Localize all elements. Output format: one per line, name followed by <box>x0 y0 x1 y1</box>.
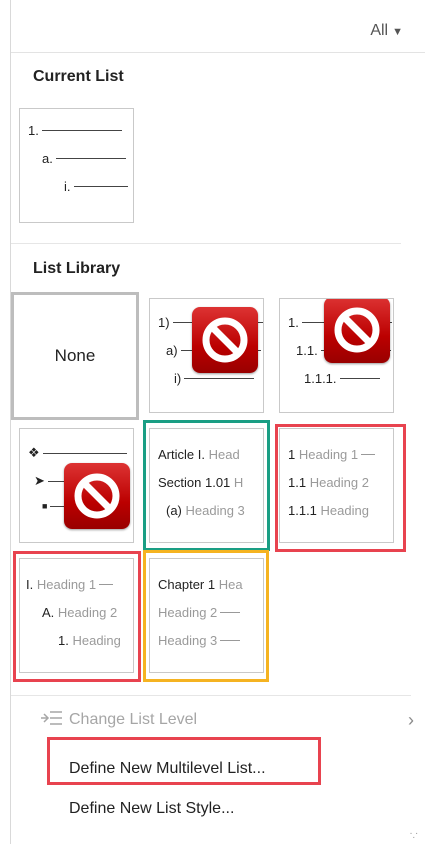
level-number: A. <box>42 605 55 620</box>
define-list-style-label: Define New List Style... <box>69 800 235 817</box>
list-none-tile[interactable]: None <box>11 292 139 420</box>
level-number: i) <box>174 371 182 386</box>
level-number: 1) <box>158 315 170 330</box>
change-list-level-label: Change List Level <box>69 711 198 728</box>
level-number: Section 1.01 <box>158 475 231 490</box>
current-list-level-3: i. <box>64 179 128 194</box>
heading-label: Heading 2 <box>57 605 118 620</box>
list-level-row: ❖ <box>28 445 127 461</box>
list-tile-decimal-outline[interactable]: 1. 1.1. 1.1.1. <box>279 298 394 413</box>
level-line <box>339 378 380 379</box>
bullet-arrow-icon: ➤ <box>34 473 45 488</box>
level-line <box>184 378 255 379</box>
level-line <box>220 612 241 613</box>
heading-label: Heading 1 <box>36 577 97 592</box>
level-number: 1.1.1. <box>304 371 337 386</box>
define-list-style-item[interactable]: Define New List Style... <box>69 800 234 818</box>
list-gallery-panel: All ▼ Current List 1. a. i. List Library … <box>10 0 425 844</box>
level-number: 1 <box>288 447 296 462</box>
list-tile-paren[interactable]: 1) a) i) <box>149 298 264 413</box>
heading-label: Heading 2 <box>309 475 369 490</box>
level-line <box>73 186 128 187</box>
filter-label: All <box>370 22 389 39</box>
list-level-row: A. Heading 2 <box>42 605 117 620</box>
no-entry-icon <box>192 307 258 373</box>
level-number: a. <box>42 151 53 166</box>
list-level-row: Heading 3 <box>158 633 241 648</box>
list-level-row: 1. Heading <box>58 633 121 648</box>
level-number: 1. <box>28 123 39 138</box>
list-level-row: Heading 2 <box>158 605 241 620</box>
bullet-diamond-icon: ❖ <box>28 445 40 460</box>
current-list-level-2: a. <box>42 151 126 166</box>
level-number: 1.1 <box>288 475 307 490</box>
level-line <box>220 640 241 641</box>
filter-dropdown[interactable]: All ▼ <box>370 22 403 40</box>
level-number: 1.1.1 <box>288 503 317 518</box>
menu-divider <box>11 695 411 696</box>
list-tile-bullets[interactable]: ❖ ➤ ■ <box>19 428 134 543</box>
bullet-square-icon: ■ <box>42 501 48 511</box>
current-list-level-1: 1. <box>28 123 122 138</box>
heading-label: Heading 2 <box>158 605 218 620</box>
list-level-row: (a) Heading 3 <box>166 503 245 518</box>
heading-label: Heading <box>320 503 369 518</box>
section-divider <box>11 243 401 244</box>
list-level-row: 1.1 Heading 2 <box>288 475 369 490</box>
no-entry-icon <box>324 299 390 363</box>
heading-label: Heading 3 <box>158 633 218 648</box>
level-line <box>99 584 114 585</box>
heading-label: Heading <box>72 633 121 648</box>
list-level-row: Article I. Head <box>158 447 240 462</box>
heading-label: H <box>233 475 244 490</box>
level-number: Chapter 1 <box>158 577 216 592</box>
level-line <box>41 130 122 131</box>
list-level-row: 1.1.1. <box>304 371 380 386</box>
list-tile-heading-decimal[interactable]: 1 Heading 1 1.1 Heading 2 1.1.1 Heading <box>279 428 394 543</box>
heading-label: Hea <box>218 577 243 592</box>
gallery-header: All ▼ <box>11 0 425 53</box>
define-multilevel-list-item[interactable]: Define New Multilevel List... <box>69 760 266 778</box>
level-line <box>361 454 376 455</box>
define-multilevel-list-label: Define New Multilevel List... <box>69 760 266 777</box>
current-list-tile[interactable]: 1. a. i. <box>19 108 134 223</box>
list-level-row: Chapter 1 Hea <box>158 577 243 592</box>
list-tile-article-section[interactable]: Article I. Head Section 1.01 H (a) Headi… <box>149 428 264 543</box>
list-tile-roman-heading[interactable]: I. Heading 1 A. Heading 2 1. Heading <box>19 558 134 673</box>
level-line <box>55 158 126 159</box>
caret-down-icon: ▼ <box>392 26 403 38</box>
list-level-row: i) <box>174 371 255 386</box>
list-level-row: I. Heading 1 <box>26 577 114 592</box>
list-level-row: 1.1.1 Heading <box>288 503 369 518</box>
heading-label: Heading 3 <box>185 503 245 518</box>
level-number: (a) <box>166 503 182 518</box>
list-level-row: Section 1.01 H <box>158 475 243 490</box>
list-indent-icon <box>41 709 63 732</box>
level-number: a) <box>166 343 178 358</box>
current-list-title: Current List <box>33 68 124 85</box>
list-level-row: 1 Heading 1 <box>288 447 376 462</box>
resize-grip-icon[interactable]: . . . <box>410 827 418 841</box>
level-number: 1.1. <box>296 343 318 358</box>
chevron-right-icon: › <box>408 710 414 730</box>
level-line <box>42 452 127 454</box>
none-label: None <box>54 346 96 365</box>
level-number: I. <box>26 577 34 592</box>
level-number: 1. <box>288 315 299 330</box>
level-number: Article I. <box>158 447 205 462</box>
no-entry-icon <box>64 463 130 529</box>
change-list-level-item[interactable]: Change List Level <box>69 711 197 729</box>
list-tile-chapter[interactable]: Chapter 1 Hea Heading 2 Heading 3 <box>149 558 264 673</box>
heading-label: Head <box>208 447 240 462</box>
list-library-title: List Library <box>33 260 121 277</box>
level-number: 1. <box>58 633 69 648</box>
heading-label: Heading 1 <box>298 447 359 462</box>
level-number: i. <box>64 179 71 194</box>
